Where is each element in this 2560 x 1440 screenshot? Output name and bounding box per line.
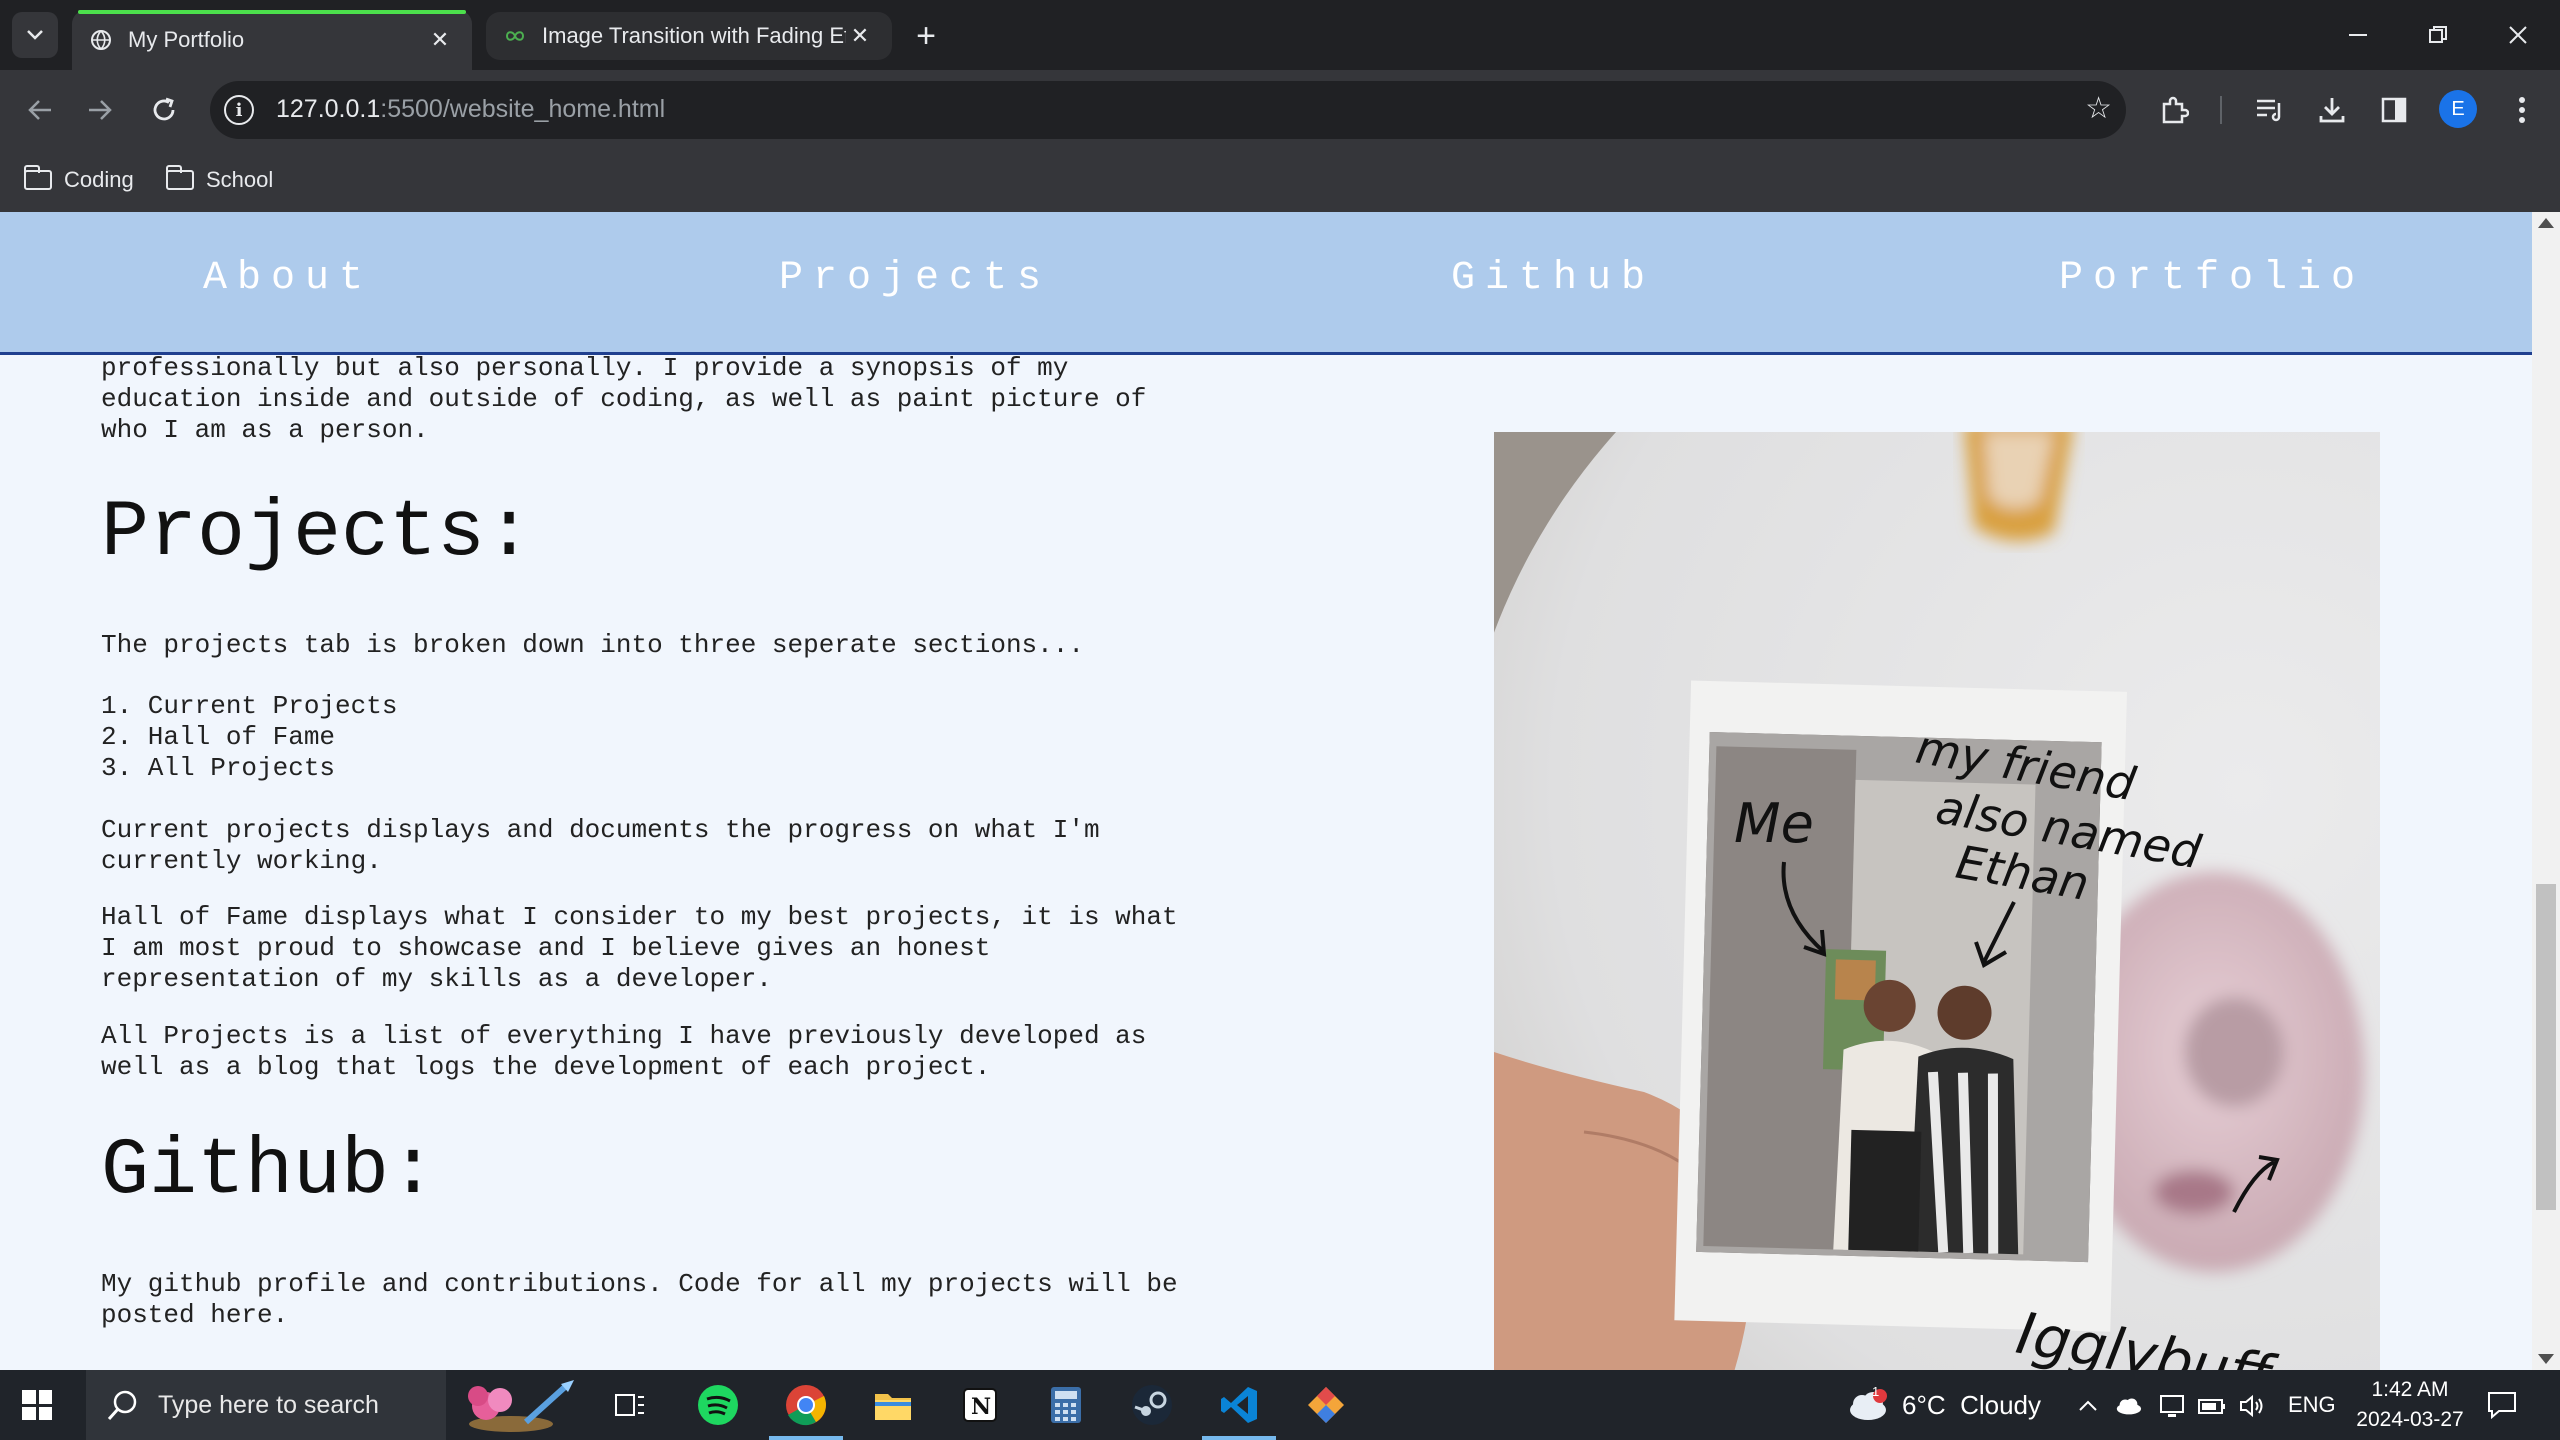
chevron-down-icon [27,30,43,40]
portfolio-photo: Me my friend also named Ethan Igglybuff [1494,432,2380,1370]
steam-icon[interactable] [1127,1380,1177,1430]
photo-illustration: Me my friend also named Ethan Igglybuff [1494,432,2380,1370]
taskbar-search[interactable]: Type here to search [86,1370,446,1440]
search-placeholder: Type here to search [158,1390,379,1419]
address-bar[interactable]: i 127.0.0.1:5500/website_home.html ☆ [210,81,2126,139]
battery-icon[interactable] [2198,1392,2226,1420]
chrome-icon[interactable] [769,1380,843,1440]
forward-button[interactable] [80,90,120,130]
bookmarks-bar: Coding School [0,150,2560,212]
page-scrollbar[interactable] [2532,212,2560,1370]
bookmark-label: Coding [64,167,134,192]
minimize-button[interactable] [2318,0,2398,70]
close-tab-icon[interactable]: ✕ [426,26,454,54]
spotify-icon[interactable] [693,1380,743,1430]
nav-portfolio[interactable]: Portfolio [2059,256,2365,301]
arrow-left-icon [28,100,51,120]
onedrive-icon[interactable] [2114,1392,2142,1420]
task-view-icon[interactable] [605,1380,655,1430]
close-icon [2509,26,2527,44]
tab-group-indicator [78,10,466,14]
reload-button[interactable] [144,90,184,130]
weather-badge: 1 [1872,1384,1880,1399]
back-button[interactable] [20,90,60,130]
windows-start-icon[interactable] [22,1390,52,1420]
svg-text:N: N [971,1394,991,1420]
close-tab-icon[interactable]: ✕ [846,22,874,50]
language-indicator[interactable]: ENG [2288,1392,2336,1418]
bookmark-folder-school[interactable]: School [165,162,274,198]
media-controls-icon[interactable] [2250,90,2290,130]
codepen-infinity-icon [504,25,526,47]
git-client-icon[interactable] [1301,1380,1351,1430]
arrow-right-icon [89,100,112,120]
chevron-up-icon[interactable] [2074,1392,2102,1420]
tab-title: My Portfolio [128,27,245,52]
volume-icon[interactable] [2238,1392,2266,1420]
bookmark-label: School [206,167,274,192]
url-text[interactable]: 127.0.0.1:5500/website_home.html [276,95,665,124]
extensions-icon[interactable] [2154,90,2194,130]
nav-projects[interactable]: Projects [779,256,1051,301]
scrollbar-thumb[interactable] [2536,884,2556,1210]
windows-taskbar: Type here to search N 1 6°C Cloudy ENG 1… [0,1370,2560,1440]
url-path: :5500/website_home.html [380,95,666,123]
restore-button[interactable] [2398,0,2478,70]
toolbar-divider [2220,96,2222,124]
all-projects-description: All Projects is a list of everything I h… [101,1021,1147,1082]
site-navbar: About Projects Github Portfolio [0,212,2532,355]
reload-icon [153,97,175,121]
side-panel-icon[interactable] [2374,90,2414,130]
folder-icon [165,165,194,190]
search-icon [106,1388,140,1422]
notification-icon[interactable] [2486,1390,2518,1420]
folder-icon [23,165,52,190]
network-icon[interactable] [2158,1392,2186,1420]
bookmark-folder-coding[interactable]: Coding [23,162,134,198]
globe-icon [90,29,112,51]
tab-image-transition[interactable]: Image Transition with Fading Ef ✕ [486,12,892,60]
close-window-button[interactable] [2478,0,2558,70]
projects-intro: The projects tab is broken down into thr… [101,630,1084,660]
weather-text[interactable]: 6°C Cloudy [1902,1390,2041,1421]
tab-strip: My Portfolio ✕ Image Transition with Fad… [0,0,2560,70]
projects-heading: Projects: [101,488,534,579]
current-projects-description: Current projects displays and documents … [101,815,1100,876]
tab-search-button[interactable] [12,12,58,58]
github-description: My github profile and contributions. Cod… [101,1269,1178,1330]
clock-time[interactable]: 1:42 AM [2362,1378,2458,1402]
vscode-icon[interactable] [1202,1380,1276,1440]
web-page: About Projects Github Portfolio professi… [0,212,2532,1370]
hall-of-fame-description: Hall of Fame displays what I consider to… [101,902,1178,994]
projects-list: 1. Current Projects 2. Hall of Fame 3. A… [101,691,398,783]
tab-title: Image Transition with Fading Ef [542,23,846,48]
bookmark-star-icon[interactable]: ☆ [2085,91,2112,126]
search-highlight-icon[interactable] [456,1378,586,1434]
nav-about[interactable]: About [203,256,373,301]
url-host: 127.0.0.1 [276,95,381,123]
clock-date[interactable]: 2024-03-27 [2354,1408,2466,1432]
more-menu-icon[interactable] [2502,90,2542,130]
scroll-down-arrow-icon[interactable] [2538,1354,2554,1364]
restore-icon [2429,26,2447,43]
annotation-me: Me [1734,792,1814,855]
minimize-icon [2349,34,2367,36]
notion-icon[interactable]: N [955,1380,1005,1430]
nav-github[interactable]: Github [1451,256,1655,301]
profile-avatar[interactable]: E [2439,90,2477,128]
weather-cloud-icon[interactable] [1846,1386,1890,1424]
site-info-icon[interactable]: i [224,95,254,125]
about-paragraph: professionally but also personally. I pr… [101,353,1147,445]
browser-toolbar: i 127.0.0.1:5500/website_home.html ☆ E [0,70,2560,150]
github-heading: Github: [101,1126,438,1217]
calculator-icon[interactable] [1041,1380,1091,1430]
new-tab-button[interactable]: + [906,16,946,56]
scroll-up-arrow-icon[interactable] [2538,218,2554,228]
file-explorer-icon[interactable] [868,1380,918,1430]
tab-my-portfolio[interactable]: My Portfolio ✕ [72,10,472,70]
downloads-icon[interactable] [2312,90,2352,130]
